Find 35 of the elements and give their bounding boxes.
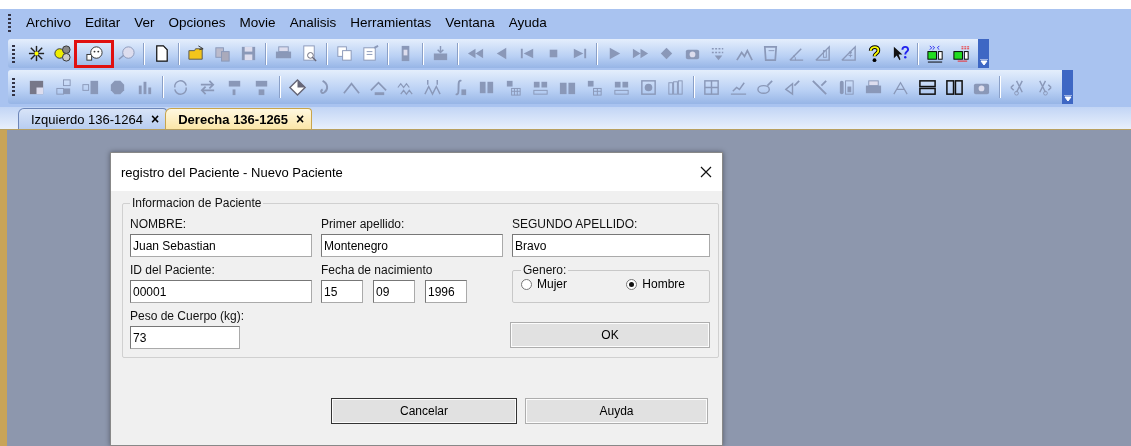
tab-close-button[interactable]: × [296,111,305,127]
radio-label: Hombre [642,277,685,291]
menu-item[interactable]: Ver [127,15,162,31]
cancel-button[interactable]: Cancelar [331,398,517,424]
help-button[interactable]: Auyda [525,398,708,424]
group-title: Informacion de Paciente [131,196,263,210]
field-label: SEGUNDO APELLIDO: [512,216,639,233]
document-tab[interactable]: Derecha 136-1265 × [165,108,313,129]
field-label: ID del Paciente: [130,262,216,279]
menu-item[interactable]: Ayuda [501,15,554,31]
tab-close-button[interactable]: × [151,111,160,127]
menu-item[interactable]: Editar [78,15,128,31]
month-field[interactable]: 09 [373,280,415,303]
menu-item[interactable]: Analisis [282,15,344,31]
group-title: Genero: [522,263,568,277]
field-label: Fecha de nacimiento [321,262,434,279]
text-field[interactable]: Montenegro [321,234,503,257]
field-label: Primer apellido: [321,216,406,233]
menu-item[interactable]: Archivo [19,15,78,31]
dialog-title: registro del Paciente - Nuevo Paciente [121,164,343,180]
menu-item[interactable]: Ventana [438,15,502,31]
text-field[interactable]: 00001 [130,280,312,303]
menu-item[interactable]: Movie [232,15,283,31]
text-field[interactable]: Juan Sebastian [130,234,312,257]
radio-label: Mujer [537,277,567,291]
year-field[interactable]: 1996 [425,280,467,303]
menu-item[interactable]: Opciones [161,15,233,31]
field-label: Peso de Cuerpo (kg): [130,308,246,325]
text-field[interactable]: 73 [130,326,240,349]
text-field[interactable]: Bravo [512,234,710,257]
day-field[interactable]: 15 [321,280,363,303]
field-label: NOMBRE: [130,216,187,233]
document-tab[interactable]: Izquierdo 136-1264 × [18,108,168,129]
menu-item[interactable]: Herramientas [343,15,439,31]
ok-button[interactable]: OK [510,322,710,348]
